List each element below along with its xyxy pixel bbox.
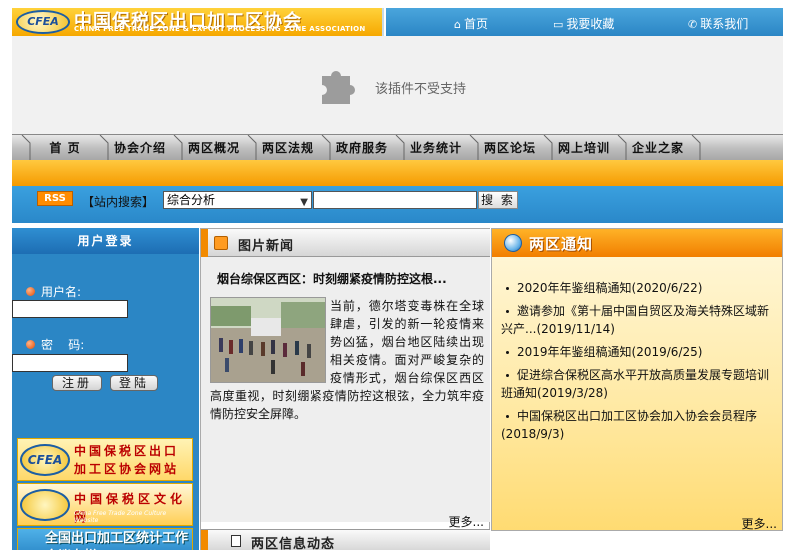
main-nav: 首 页 协会介绍 两区概况 两区法规 政府服务 业务统计 两区论坛 网上培训 企… [12, 134, 783, 161]
news-photo-image [211, 298, 325, 382]
news-headline[interactable]: 烟台综保区西区：时刻绷紧疫情防控这根... [217, 270, 447, 287]
register-button[interactable]: 注册 [52, 375, 102, 391]
notice-panel: 两区通知 2020年年鉴组稿通知(2020/6/22) 邀请参加《第十届中国自贸… [491, 228, 783, 531]
nav-forum[interactable]: 两区论坛 [478, 135, 542, 161]
rss-button[interactable]: RSS [37, 191, 73, 206]
news-photo[interactable] [210, 297, 326, 383]
password-label: 密 码: [26, 336, 84, 353]
banner-conference-text: 中国保税区出口加工区协会网站会议 [74, 444, 180, 476]
photo-icon [214, 236, 228, 250]
photo-news-more-link[interactable]: 更多... [449, 513, 484, 530]
notice-item[interactable]: 促进综合保税区高水平开放高质量发展专题培训班通知(2019/3/28) [501, 366, 776, 402]
bookmark-link[interactable]: ▭ 我要收藏 [553, 15, 614, 32]
search-bar: RSS 【站内搜索】 综合分析 ▼ 搜 索 [12, 186, 783, 223]
banner-conference[interactable]: CFEA 中国保税区出口加工区协会网站会议 [17, 438, 193, 481]
site-logo[interactable]: CFEA 中国保税区出口加工区协会 CHINA FREE TRADE ZONE … [12, 8, 384, 36]
left-column: 用户登录 用户名: 密 码: 注册 登陆 CFEA 中国保税区出口加工区协会网站… [12, 228, 199, 550]
notice-item[interactable]: 中国保税区出口加工区协会加入协会会员程序(2018/9/3) [501, 407, 776, 443]
info-header: 两区信息动态 [201, 529, 490, 550]
search-category-value: 综合分析 [167, 193, 216, 207]
puzzle-icon [322, 70, 355, 104]
banner-statistics-text: 全国出口加工区统计工作会议专栏 [45, 531, 189, 550]
photo-news-body: 烟台综保区西区：时刻绷紧疫情防控这根... 当前，德尔塔变毒株在全球肆虐，引发的… [201, 257, 490, 522]
nav-overview[interactable]: 两区概况 [182, 135, 246, 161]
contact-icon: ✆ [688, 18, 698, 31]
home-icon: ⌂ [454, 18, 461, 31]
notice-more-link[interactable]: 更多... [742, 515, 777, 532]
cfea-logo: CFEA [20, 444, 70, 476]
plugin-placeholder: 该插件不受支持 [12, 36, 783, 134]
banner-culture-subtext: China Free Trade Zone Culture Website [74, 510, 167, 524]
info-title: 两区信息动态 [251, 537, 336, 550]
bullet-icon [26, 340, 35, 349]
photo-news-title: 图片新闻 [238, 239, 295, 254]
orange-band [12, 160, 783, 186]
login-title: 用户登录 [12, 228, 199, 254]
notice-item[interactable]: 2020年年鉴组稿通知(2020/6/22) [501, 279, 776, 297]
bullet-icon [26, 287, 35, 296]
plugin-message: 该插件不受支持 [375, 82, 467, 97]
culture-logo [20, 489, 70, 521]
username-field[interactable] [12, 300, 128, 318]
chevron-down-icon: ▼ [300, 197, 308, 208]
logo-title-en: CHINA FREE TRADE ZONE & EXPORT PROCESSIN… [74, 25, 366, 33]
nav-regulations[interactable]: 两区法规 [256, 135, 320, 161]
notice-item[interactable]: 2019年年鉴组稿通知(2019/6/25) [501, 343, 776, 361]
nav-statistics[interactable]: 业务统计 [404, 135, 468, 161]
search-button[interactable]: 搜 索 [478, 191, 518, 209]
nav-training[interactable]: 网上培训 [552, 135, 616, 161]
contact-link[interactable]: ✆ 联系我们 [688, 15, 748, 32]
nav-government[interactable]: 政府服务 [330, 135, 394, 161]
bookmark-icon: ▭ [553, 18, 564, 31]
nav-enterprise[interactable]: 企业之家 [626, 135, 690, 161]
top-links: ⌂ 首页 ▭ 我要收藏 ✆ 联系我们 [386, 8, 783, 36]
nav-separator [21, 135, 31, 161]
login-button[interactable]: 登陆 [110, 375, 158, 391]
site-header: CFEA 中国保税区出口加工区协会 CHINA FREE TRADE ZONE … [12, 8, 783, 36]
banner-culture[interactable]: 中国保税区文化网 China Free Trade Zone Culture W… [17, 483, 193, 526]
logo-badge: CFEA [16, 10, 70, 34]
notice-header: 两区通知 [492, 229, 782, 257]
notice-item[interactable]: 邀请参加《第十届中国自贸区及海关特殊区域新兴产...(2019/11/14) [501, 302, 776, 338]
notice-list: 2020年年鉴组稿通知(2020/6/22) 邀请参加《第十届中国自贸区及海关特… [501, 279, 776, 448]
banner-statistics-meeting[interactable]: 全国出口加工区统计工作会议专栏 [17, 528, 193, 550]
home-link[interactable]: ⌂ 首页 [454, 15, 488, 32]
photo-news-header: 图片新闻 [201, 229, 490, 257]
nav-about[interactable]: 协会介绍 [108, 135, 172, 161]
notice-title: 两区通知 [529, 235, 594, 253]
username-label: 用户名: [26, 283, 81, 300]
search-label: 【站内搜索】 [82, 195, 155, 209]
document-icon [231, 535, 241, 547]
search-input[interactable] [313, 191, 477, 209]
page-frame: CFEA 中国保税区出口加工区协会 CHINA FREE TRADE ZONE … [12, 8, 783, 550]
page: CFEA 中国保税区出口加工区协会 CHINA FREE TRADE ZONE … [0, 0, 794, 550]
header-accent [201, 229, 208, 257]
photo-news-panel: 图片新闻 烟台综保区西区：时刻绷紧疫情防控这根... 当前，德尔塔变毒株在全球肆… [200, 228, 490, 550]
header-accent [201, 530, 208, 550]
right-column-footer [491, 531, 783, 550]
globe-icon [504, 234, 522, 252]
nav-separator [691, 135, 701, 161]
nav-home[interactable]: 首 页 [32, 135, 98, 161]
password-field[interactable] [12, 354, 128, 372]
search-category-select[interactable]: 综合分析 ▼ [163, 191, 312, 209]
